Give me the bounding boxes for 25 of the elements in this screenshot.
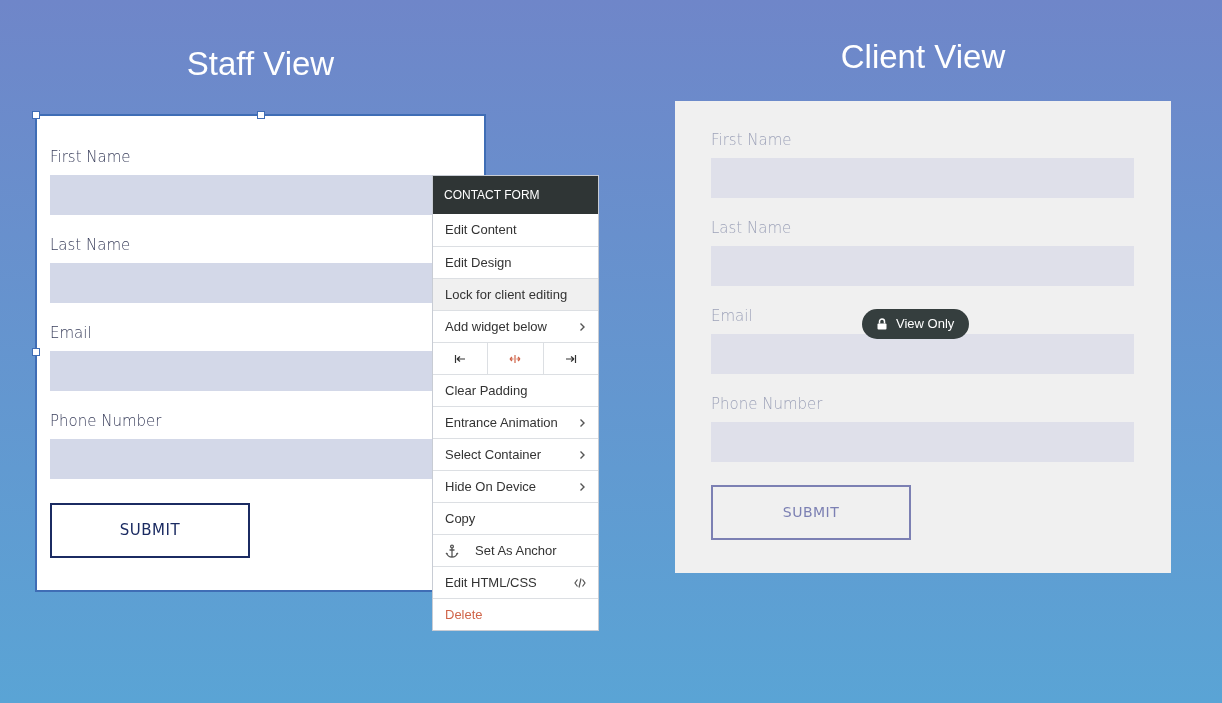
selection-handle[interactable] bbox=[32, 348, 40, 356]
field-label: Last Name bbox=[50, 235, 131, 256]
selection-handle[interactable] bbox=[32, 111, 40, 119]
view-title: Staff View bbox=[185, 44, 336, 84]
anchor-icon bbox=[445, 543, 459, 558]
field-label: First Name bbox=[711, 130, 792, 151]
chevron-icon bbox=[579, 449, 586, 460]
chevron-icon bbox=[579, 321, 586, 332]
field-label: Phone Number bbox=[50, 411, 162, 432]
field-label: Phone Number bbox=[711, 394, 823, 415]
input-field[interactable] bbox=[711, 334, 1134, 374]
selection-handle[interactable] bbox=[257, 111, 265, 119]
field-label: Last Name bbox=[711, 218, 792, 239]
code-icon bbox=[574, 577, 586, 588]
chevron-icon bbox=[579, 481, 586, 492]
field-label: Email bbox=[50, 323, 92, 344]
chevron-icon bbox=[579, 417, 586, 428]
field-label: Email bbox=[711, 306, 753, 327]
view-only-badge: View Only bbox=[862, 309, 970, 339]
lock-icon bbox=[877, 318, 887, 330]
submit-button[interactable]: SUBMIT bbox=[50, 503, 250, 558]
menu-header: CONTACT FORM bbox=[433, 176, 598, 214]
menu-item[interactable]: Lock for client editing bbox=[433, 278, 598, 310]
view-title: Client View bbox=[839, 37, 1007, 77]
field-label: First Name bbox=[50, 147, 131, 168]
